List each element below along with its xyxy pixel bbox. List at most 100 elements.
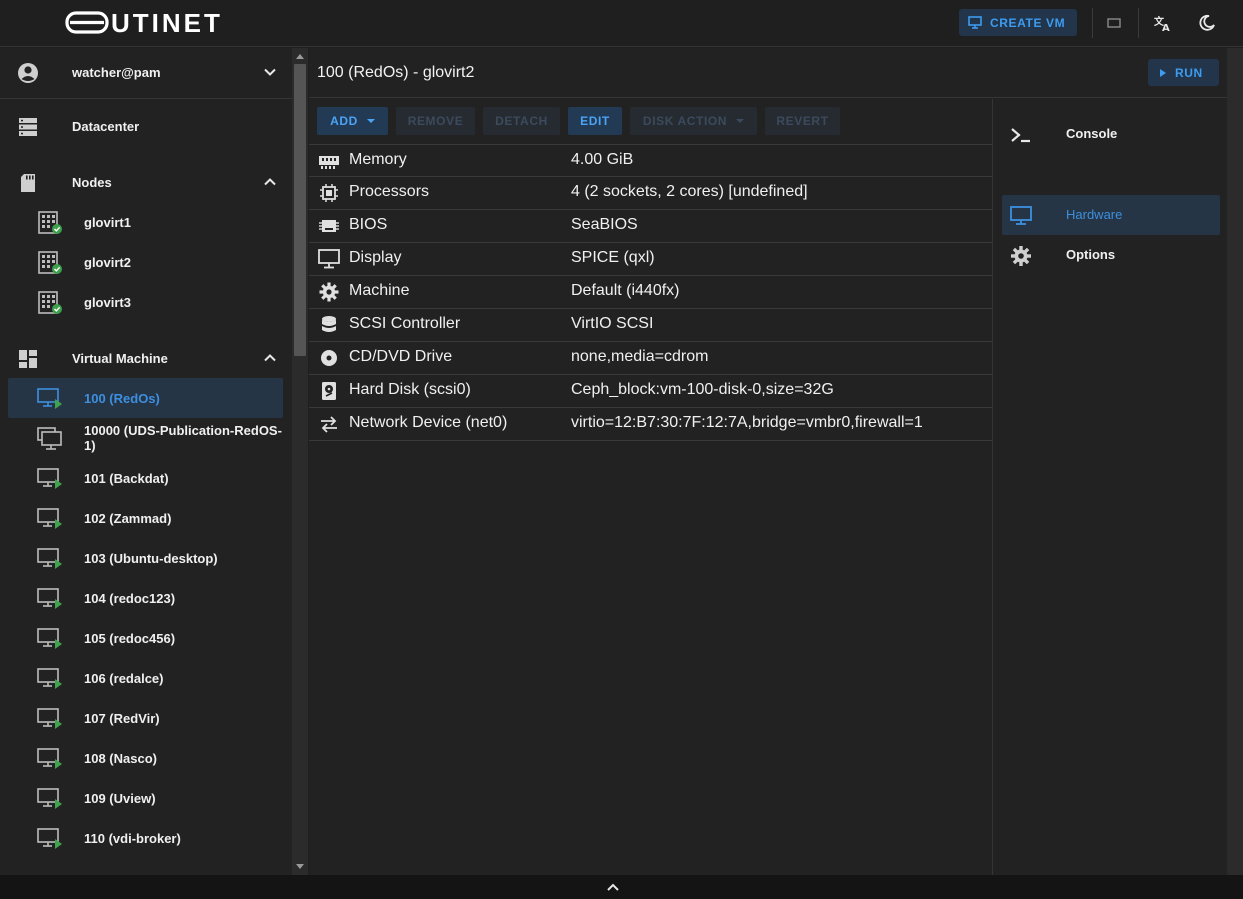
hardware-row[interactable]: Hard Disk (scsi0) Ceph_block:vm-100-disk-… (309, 375, 992, 408)
chevron-down-icon[interactable] (262, 64, 278, 80)
run-button[interactable]: RUN (1148, 59, 1219, 86)
dashboard-icon (19, 350, 37, 368)
sidebar-item-vm[interactable]: 104 (redoc123) (0, 578, 290, 618)
add-button[interactable]: ADD (317, 107, 388, 135)
sidebar-item-node[interactable]: glovirt3 (0, 282, 290, 322)
user-menu[interactable]: watcher@pam (0, 48, 292, 99)
sidebar-item-vm[interactable]: 108 (Nasco) (0, 738, 290, 778)
sidebar-section-label: Nodes (72, 174, 112, 190)
header-divider (1092, 8, 1093, 38)
menu-item-hardware[interactable]: Hardware (1002, 195, 1220, 235)
hardware-name: SCSI Controller (349, 315, 461, 332)
sidebar-item-vm[interactable]: 103 (Ubuntu-desktop) (0, 538, 290, 578)
vm-monitor-icon (37, 468, 62, 489)
hardware-row[interactable]: Display SPICE (qxl) (309, 243, 992, 276)
theme-toggle-icon[interactable] (1196, 12, 1218, 34)
detach-button[interactable]: DETACH (483, 107, 560, 135)
sidebar-item-label: 108 (Nasco) (84, 750, 157, 766)
account-circle-icon (18, 63, 38, 83)
hardware-row[interactable]: Network Device (net0) virtio=12:B7:30:7F:… (309, 408, 992, 441)
top-header: UTINET CREATE VM 文 A (0, 0, 1243, 47)
hardware-row[interactable]: BIOS SeaBIOS (309, 210, 992, 243)
user-label: watcher@pam (72, 64, 161, 80)
hardware-name: Hard Disk (scsi0) (349, 381, 471, 398)
hardware-row[interactable]: Memory 4.00 GiB (309, 144, 992, 177)
create-vm-button[interactable]: CREATE VM (959, 9, 1077, 36)
vm-monitor-icon (37, 548, 62, 569)
hardware-row[interactable]: CD/DVD Drive none,media=cdrom (309, 342, 992, 375)
sidebar-item-node[interactable]: glovirt2 (0, 242, 290, 282)
sidebar-scrollbar[interactable] (292, 48, 308, 875)
sidebar-item-label: 101 (Backdat) (84, 470, 169, 486)
bios-chip-icon (319, 220, 339, 232)
sidebar-item-label: 103 (Ubuntu-desktop) (84, 550, 218, 566)
hardware-value: Ceph_block:vm-100-disk-0,size=32G (571, 381, 834, 398)
menu-item-console[interactable]: Console (1002, 114, 1220, 154)
hardware-name: Processors (349, 183, 430, 200)
scroll-up-arrow-icon[interactable] (296, 54, 304, 59)
remove-button[interactable]: REMOVE (396, 107, 475, 135)
monitor-icon (1010, 206, 1032, 225)
translate-icon[interactable]: 文 A (1152, 12, 1174, 34)
sidebar-item-vm[interactable]: 109 (Uview) (0, 778, 290, 818)
menu-item-options[interactable]: Options (1002, 235, 1220, 275)
cpu-icon (320, 184, 338, 202)
hardware-value: virtio=12:B7:30:7F:12:7A,bridge=vmbr0,fi… (571, 414, 923, 431)
sidebar-item-vm[interactable]: 102 (Zammad) (0, 498, 290, 538)
hardware-value: 4 (2 sockets, 2 cores) [undefined] (571, 183, 808, 200)
vm-monitor-icon (37, 668, 62, 689)
hardware-value: VirtIO SCSI (571, 315, 654, 332)
app-root: UTINET CREATE VM 文 A watcher@pam Datacen… (0, 0, 1243, 899)
svg-text:A: A (1162, 23, 1170, 32)
sidebar-item-label: 105 (redoc456) (84, 630, 176, 646)
caret-down-icon (366, 119, 375, 123)
gear-icon (1011, 246, 1031, 266)
scroll-thumb[interactable] (294, 64, 306, 356)
menu-item-label: Hardware (1066, 207, 1123, 222)
play-icon (1160, 68, 1166, 77)
chevron-up-icon[interactable] (262, 350, 278, 366)
sidebar-item-label: 10000 (UDS-Publication-RedOS-1) (84, 423, 282, 453)
sidebar-item-label: glovirt3 (84, 294, 131, 310)
chevron-up-icon[interactable] (606, 882, 620, 892)
header-divider (1138, 8, 1139, 38)
sd-card-icon (21, 174, 35, 192)
sidebar-item-vm[interactable]: 101 (Backdat) (0, 458, 290, 498)
sidebar-item-vm[interactable]: 10000 (UDS-Publication-RedOS-1) (0, 418, 290, 458)
sidebar-item-node[interactable]: glovirt1 (0, 202, 290, 242)
sidebar-section-nodes[interactable]: Nodes (0, 162, 290, 202)
user-row[interactable]: watcher@pam (0, 52, 290, 92)
sidebar-item-vm[interactable]: 110 (vdi-broker) (0, 818, 290, 858)
sidebar-item-label: glovirt2 (84, 254, 131, 270)
sidebar-item-vm[interactable]: 106 (redalce) (0, 658, 290, 698)
hardware-name: BIOS (349, 216, 388, 233)
sidebar-section-virtual-machine[interactable]: Virtual Machine (0, 338, 290, 378)
hardware-row[interactable]: Processors 4 (2 sockets, 2 cores) [undefi… (309, 177, 992, 210)
bottom-panel-bar (0, 875, 1243, 899)
hardware-toolbar: ADD REMOVE DETACH EDIT DISK ACTION REVER… (309, 99, 992, 143)
remove-label: REMOVE (407, 114, 464, 128)
sidebar-item-vm[interactable]: 100 (RedOs) (8, 378, 283, 418)
disc-icon (321, 350, 337, 366)
hardware-row[interactable]: SCSI Controller VirtIO SCSI (309, 309, 992, 342)
utinet-logo[interactable]: UTINET (64, 10, 254, 36)
hardware-row[interactable]: Machine Default (i440fx) (309, 276, 992, 309)
sidebar-item-datacenter[interactable]: Datacenter (0, 106, 290, 146)
scroll-down-arrow-icon[interactable] (296, 864, 304, 869)
sidebar-item-vm[interactable]: 105 (redoc456) (0, 618, 290, 658)
hardware-name: Memory (349, 151, 407, 168)
menu-item-label: Console (1066, 126, 1118, 141)
edit-button[interactable]: EDIT (568, 107, 622, 135)
window-icon[interactable] (1103, 12, 1125, 34)
revert-button[interactable]: REVERT (765, 107, 840, 135)
hard-disk-icon (322, 382, 336, 400)
chevron-up-icon[interactable] (262, 174, 278, 190)
display-icon (318, 249, 340, 269)
page-scrollbar[interactable] (1227, 48, 1243, 875)
sidebar-item-vm[interactable]: 107 (RedVir) (0, 698, 290, 738)
vm-monitor-icon (37, 588, 62, 609)
create-vm-label: CREATE VM (990, 15, 1066, 30)
vm-monitor-icon (37, 388, 62, 409)
vm-monitor-icon (37, 828, 62, 849)
disk-action-button[interactable]: DISK ACTION (630, 107, 757, 135)
